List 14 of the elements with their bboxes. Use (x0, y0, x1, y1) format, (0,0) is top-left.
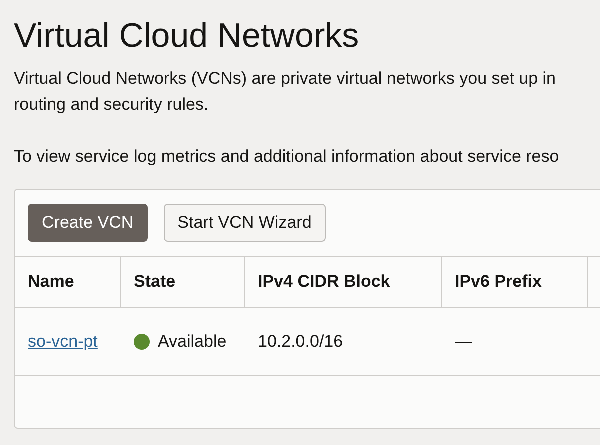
page-title: Virtual Cloud Networks (14, 16, 360, 57)
create-button[interactable]: Create VCN (28, 204, 148, 242)
column-header[interactable]: State (134, 272, 176, 292)
description-text: Virtual Cloud Networks (VCNs) are private virtual networks you set up in (14, 68, 556, 90)
column-header[interactable]: Name (28, 272, 74, 292)
wizard-button[interactable]: Start VCN Wizard (164, 204, 326, 242)
table-cell: — (455, 332, 472, 352)
description-text: routing and security rules. (14, 94, 209, 116)
state-text: Available (158, 332, 227, 352)
table-cell: 10.2.0.0/16 (258, 332, 344, 352)
column-header[interactable]: IPv4 CIDR Block (258, 272, 390, 292)
info-text: To view service log metrics and additional information about service reso (14, 146, 560, 168)
column-header[interactable]: IPv6 Prefix (455, 272, 542, 292)
vcn-name-link[interactable]: so-vcn-pt (28, 332, 98, 352)
